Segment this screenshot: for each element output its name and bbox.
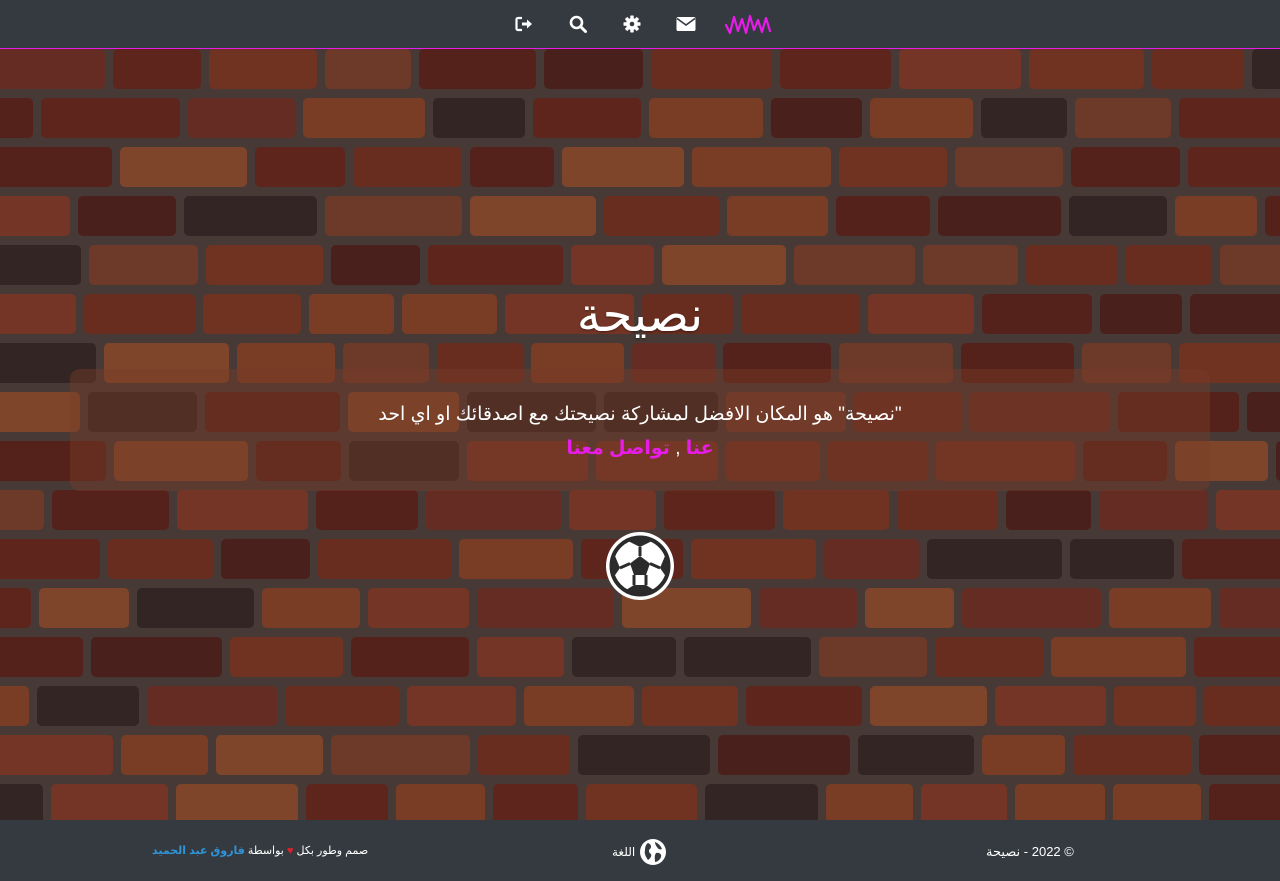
heart-icon: ♥ [286,845,294,857]
author-link[interactable]: فاروق عبد الحميد [152,845,245,857]
footer: صمم وطور بكل ♥ بواسطة فاروق عبد الحميد ا… [0,820,1280,881]
logout-icon [515,16,532,32]
globe-icon [640,839,667,865]
hero-section: نصيحة "نصيحة" هو المكان الافضل لمشاركة ن… [0,49,1280,820]
top-navbar [0,0,1280,49]
hero-links: عنا , تواصل معنا [70,433,1210,465]
hero-description: "نصيحة" هو المكان الافضل لمشاركة نصيحتك … [378,404,902,425]
search-icon [569,15,587,33]
nav-icon-group [497,0,783,48]
gear-icon [623,15,641,33]
footer-credit: صمم وطور بكل ♥ بواسطة فاروق عبد الحميد [152,844,368,857]
settings-button[interactable] [605,0,659,48]
search-button[interactable] [551,0,605,48]
credit-by: بواسطة [247,845,284,857]
soccer-ball-icon[interactable] [604,530,676,602]
language-label: اللغة [612,845,636,859]
envelope-icon [676,17,696,31]
language-selector[interactable]: اللغة [612,838,667,866]
page-title: نصيحة [576,287,704,343]
logo-wave-icon [724,14,772,35]
home-logo-link[interactable] [713,0,783,48]
about-link[interactable]: عنا [686,438,714,459]
hero-intro-box: "نصيحة" هو المكان الافضل لمشاركة نصيحتك … [70,369,1210,491]
logout-button[interactable] [497,0,551,48]
links-separator: , [675,438,681,459]
footer-copyright: © 2022 - نصيحة [986,844,1074,859]
credit-prefix: صمم وطور بكل [296,845,369,857]
contact-link[interactable]: تواصل معنا [566,438,670,459]
messages-button[interactable] [659,0,713,48]
